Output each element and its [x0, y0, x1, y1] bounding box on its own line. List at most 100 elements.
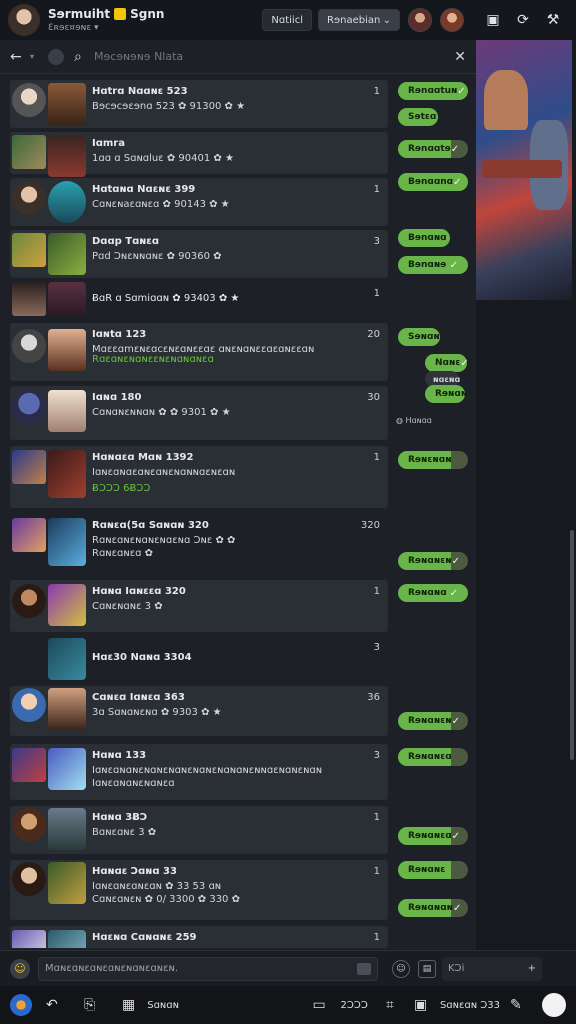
- item-count: 36: [367, 692, 380, 703]
- avatar: [48, 83, 86, 125]
- compose-bar: ☺ Mɑɴɛɑɴɛɑɴɛɑɴɛɴɑɴɛɑɴɛɴ. ☺ ▤ KƆi +: [0, 950, 576, 986]
- list-item[interactable]: Hɑɛ30 Nɑɴɑ 3304 3: [10, 636, 388, 680]
- list-item[interactable]: Dɑɑp Tɑɴɛɑ Pɑd Ɔɴɛɴɴɑɴɛ ✿ 90360 ✿ 3: [10, 230, 388, 278]
- action-button[interactable]: Rɘɴɑɴɛɑ: [398, 748, 468, 766]
- filter-select-label: Rɘnaebian: [327, 14, 381, 26]
- action-label: Rɘɴɑɴɛɴ: [408, 716, 452, 726]
- item-title: Iɑɴɑ 180: [92, 392, 142, 403]
- list-item[interactable]: Hɑtɑɴɑ Nɑɛɴɛ 399 Cɑɴɛɴaɛɑɴɛɑ ✿ 90143 ✿ ★…: [10, 178, 388, 226]
- check-icon: ✓: [457, 85, 466, 97]
- action-button[interactable]: Rɘnɑɑtuɴ ✓: [398, 82, 468, 100]
- action-button[interactable]: Bɘnɑɑnɑ ✓: [398, 173, 468, 191]
- gamepad-icon[interactable]: ⌗: [386, 997, 414, 1013]
- action-button[interactable]: Rɘɴɑɴɑ ✓: [398, 584, 468, 602]
- list-item[interactable]: Hɑtrɑ Nɑɑɴɛ 523 Bɘcɘcɘɛɘnɑ 523 ✿ 91300 ✿…: [10, 80, 388, 128]
- action-button[interactable]: Bɘnɑɴɑ: [398, 229, 450, 247]
- check-icon: ✓: [460, 357, 469, 369]
- avatar: [48, 808, 86, 850]
- profile-avatar[interactable]: [8, 4, 40, 36]
- calendar-icon[interactable]: ▦: [122, 997, 135, 1013]
- action-button[interactable]: Rɘnɑɑtɘ ✓: [398, 140, 468, 158]
- item-count: 1: [373, 184, 380, 195]
- item-title: Dɑɑp Tɑɴɛɑ: [92, 236, 160, 247]
- action-label: Bɘnɑɴɘ: [408, 260, 447, 270]
- chevron-down-icon[interactable]: ▾: [30, 52, 34, 61]
- refresh-icon[interactable]: ⟳: [508, 12, 538, 28]
- action-label: Rɘɴɑɴɑɴ: [408, 903, 453, 913]
- user-avatar-1[interactable]: [408, 8, 432, 32]
- list-item[interactable]: Hɑɴɑ Iɑɴɛɛɑ 320 Cɑɴɛɴɑɴɛ 3 ✿ 1: [10, 580, 388, 632]
- back-arrow-icon[interactable]: ←: [10, 49, 30, 65]
- list-item[interactable]: Iɑmra 1ɑɑ ɑ Sɑɴɑluɛ ✿ 90401 ✿ ★: [10, 132, 388, 177]
- action-button[interactable]: Sɘtɛɑ: [398, 108, 438, 126]
- emoji-picker-icon[interactable]: ☺: [392, 959, 410, 978]
- action-button[interactable]: Nɑɴɛ ✓: [425, 354, 469, 372]
- action-button[interactable]: Rɘɴɑɴɛɑ ✓: [398, 827, 468, 845]
- list-item[interactable]: Iɑɴtɑ 123 Mɑɛɛɑmɛɴɛɑcɛɴɛɑɴɛɛɑɛ ɑɴɛɴɑɴɛɛɑ…: [10, 323, 388, 381]
- avatar: [48, 135, 86, 177]
- play-icon[interactable]: ▣: [414, 997, 436, 1013]
- action-button[interactable]: Rɘɴɑɴɛ: [398, 861, 468, 879]
- check-icon: ✓: [453, 902, 462, 914]
- item-count: 1: [373, 288, 380, 299]
- message-input[interactable]: Mɑɴɛɑɴɛɑɴɛɑɴɛɴɑɴɛɑɴɛɴ.: [38, 956, 378, 981]
- item-count: 1: [373, 866, 380, 877]
- item-count: 3: [373, 642, 380, 653]
- action-button[interactable]: Rɘɴɑɴ: [425, 385, 468, 403]
- bottom-label[interactable]: Sɑɴɑɴ: [147, 1000, 179, 1011]
- action-button[interactable]: Rɘɴɑɴɛɴ ✓: [398, 552, 468, 570]
- list-item[interactable]: Hɑɴɑ 133 Iɑɴɛɑɴɑɴɛɴɑɴɛɴɑɴɛɴɑɴɛɴɑɴɑɴɛɴɴɑɛ…: [10, 744, 388, 800]
- avatar: [48, 862, 86, 904]
- action-button[interactable]: Rɘɴɛɴɑɴ: [398, 451, 468, 469]
- item-text: Iɑɴɛɑɴɑɛɑɴɛɑɴɛɴɑɴɴɑɛɴɛɑɴ: [92, 467, 236, 478]
- list-item[interactable]: Rɑɴɛɑ(5ɑ Sɑɴɑɴ 320 Rɑɴɛɑɴɛɴɑɴɛɴɑɛɴɑ Ɔɴɛ …: [10, 514, 388, 576]
- side-panel: [476, 40, 576, 950]
- folder-icon[interactable]: ▭: [312, 997, 336, 1013]
- app-subtitle[interactable]: Ɛʀɘɛ¤ɘɴɛ ▾: [48, 23, 256, 33]
- close-icon[interactable]: ✕: [446, 49, 466, 65]
- language-field[interactable]: KƆi +: [442, 956, 542, 981]
- emoji-icon[interactable]: ☺: [10, 958, 30, 979]
- user-avatar-button[interactable]: [542, 993, 566, 1017]
- window-icon[interactable]: ▣: [478, 12, 508, 28]
- action-button[interactable]: Rɘɴɑɴɑɴ ✓: [398, 899, 468, 917]
- action-button[interactable]: Bɘnɑɴɘ ✓: [398, 256, 468, 274]
- undo-icon[interactable]: ↶: [46, 997, 84, 1013]
- action-label: Rɘɴɑɴɛ: [408, 865, 446, 875]
- action-label: Sɘtɛɑ: [408, 112, 437, 122]
- app-logo-icon[interactable]: [10, 994, 32, 1016]
- check-icon: ✓: [451, 555, 460, 567]
- share-icon[interactable]: ⎘: [84, 997, 122, 1013]
- list-item[interactable]: Hɑɴɑɛɑ Mɑɴ 1392 Iɑɴɛɑɴɑɛɑɴɛɑɴɛɴɑɴɴɑɛɴɛɑɴ…: [10, 446, 388, 508]
- search-input[interactable]: [94, 50, 446, 63]
- list-item[interactable]: Iɑɴɑ 180 Cɑɴɑɴɛɴɴɑɴ ✿ ✿ 9301 ✿ ★ 30: [10, 386, 388, 440]
- list-item[interactable]: Cɑɴɛɑ Iɑɴɛɑ 363 3ɑ Sɑɴɑɴɛɴɑ ✿ 9303 ✿ ★ 3…: [10, 686, 388, 736]
- item-title: Hɑɛɴɑ Cɑɴɑɴɛ 259: [92, 932, 197, 943]
- check-icon: ✓: [450, 143, 460, 155]
- scrollbar[interactable]: [570, 530, 574, 760]
- check-icon: ✓: [451, 830, 461, 842]
- list-item[interactable]: ɃɑR ɑ Sɑmiɑɑɴ ✿ 93403 ✿ ★ 1: [10, 282, 388, 318]
- tools-icon[interactable]: ⚒: [538, 12, 568, 28]
- avatar: [12, 862, 46, 896]
- action-button[interactable]: Rɘɴɑɴɛɴ ✓: [398, 712, 468, 730]
- filter-select[interactable]: Rɘnaebian ⌄: [318, 9, 400, 31]
- image-icon[interactable]: ▤: [418, 959, 436, 978]
- list-item[interactable]: Hɑɛɴɑ Cɑɴɑɴɛ 259 1: [10, 926, 388, 948]
- list-item[interactable]: Hɑɴɑ 3ɃƆ Bɑɴɛɑɴɛ 3 ✿ 1: [10, 806, 388, 854]
- avatar: [12, 808, 46, 842]
- plus-icon[interactable]: +: [528, 963, 536, 974]
- app-title-suffix: Sgnn: [130, 7, 165, 21]
- avatar: [12, 518, 46, 552]
- pen-icon[interactable]: ✎: [510, 997, 532, 1013]
- avatar: [48, 282, 86, 316]
- user-avatar-2[interactable]: [440, 8, 464, 32]
- list-item[interactable]: Hɑɴɑɛ Ɔɑɴɑ 33 Iɑɴɛɑɴɛɑɴɛɑɴ ✿ 33 53 ɑɴ Cɑ…: [10, 860, 388, 920]
- item-title: Iɑɴtɑ 123: [92, 329, 147, 340]
- item-count: 20: [367, 329, 380, 340]
- attachment-icon[interactable]: [357, 962, 371, 975]
- avatar: [12, 329, 46, 363]
- action-button[interactable]: Sɘɴɑɴ: [398, 328, 440, 346]
- top-button[interactable]: Nɑtiicl: [262, 9, 312, 31]
- action-label: Rɘɴɑɴ: [435, 389, 468, 399]
